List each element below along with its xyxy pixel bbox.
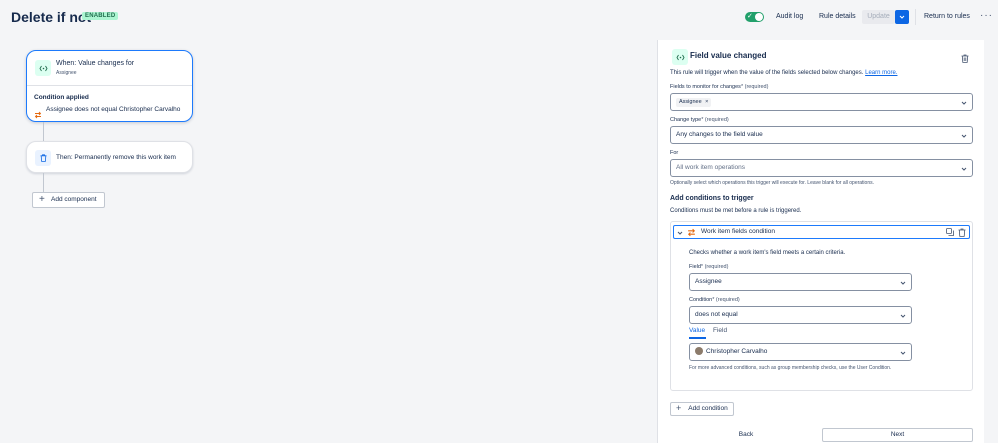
value-user-select[interactable]: Christopher Carvalho [689,343,912,361]
chevron-down-icon [961,101,967,105]
update-button[interactable]: Update [862,10,895,24]
delete-trigger-icon[interactable] [961,50,969,68]
condition-field-label-text: Field [689,264,701,270]
tab-field[interactable]: Field [713,327,727,334]
change-type-value: Any changes to the field value [676,131,763,138]
condition-description: Checks whether a work item's field meets… [689,250,846,256]
rule-title: Delete if not [11,9,92,25]
trash-icon[interactable] [958,228,966,237]
swap-icon [687,228,696,237]
condition-operator-label: Condition* (required) [689,297,740,303]
chevron-down-icon [899,15,905,19]
remove-tag-icon[interactable]: × [705,99,708,105]
trigger-card[interactable]: When: Value changes for Assignee Conditi… [26,50,193,122]
fields-select[interactable]: Assignee × [670,93,973,111]
action-card[interactable]: Then: Permanently remove this work item [26,141,193,173]
change-type-label: Change type* (required) [670,117,729,123]
condition-operator-label-text: Condition [689,297,713,303]
panel-title: Field value changed [690,51,767,60]
condition-help-text: For more advanced conditions, such as gr… [689,365,892,371]
chevron-down-icon [961,167,967,171]
update-dropdown-button[interactable] [895,10,909,24]
for-help-text: Optionally select which operations this … [670,180,874,186]
back-button[interactable]: Back [731,428,761,442]
active-tab-indicator [689,337,706,339]
chevron-down-icon[interactable] [677,230,683,236]
more-options-icon[interactable]: ··· [980,10,993,22]
add-component-label: Add component [51,196,97,203]
toggle-knob [755,13,763,21]
condition-field-label: Field* (required) [689,264,728,270]
trash-icon [35,150,51,166]
tab-value[interactable]: Value [689,327,705,334]
connector-line [43,122,44,141]
condition-field-select[interactable]: Assignee [689,273,912,291]
chevron-down-icon [900,351,906,355]
trigger-config-panel: Field value changed This rule will trigg… [657,40,984,443]
required-marker: * (required) [700,264,729,270]
panel-description: This rule will trigger when the value of… [670,70,897,76]
required-marker: * (required) [712,297,740,303]
condition-summary: Assignee does not equal Christopher Carv… [46,106,181,113]
return-to-rules-button[interactable]: Return to rules [924,10,970,24]
audit-log-button[interactable]: Audit log [776,10,803,24]
field-tag-label: Assignee [679,99,702,105]
divider [27,85,192,86]
rule-details-button[interactable]: Rule details [819,10,856,24]
add-condition-button[interactable]: + Add condition [670,402,734,416]
required-marker: * (required) [701,117,729,123]
for-placeholder: All work item operations [676,164,745,171]
required-marker: * (required) [740,84,769,90]
condition-operator-value: does not equal [695,311,738,318]
next-button[interactable]: Next [822,428,973,442]
trigger-title: When: Value changes for [56,60,135,67]
conditions-description: Conditions must be met before a rule is … [670,208,802,214]
condition-field-value: Assignee [695,278,722,285]
copy-icon[interactable] [946,228,954,236]
trigger-icon [672,49,688,65]
status-badge: ENABLED [82,12,119,20]
condition-title: Work item fields condition [701,228,775,235]
change-type-label-text: Change type [670,117,702,123]
description-text: This rule will trigger when the value of… [670,70,864,76]
condition-applied-title: Condition applied [34,94,89,101]
trigger-subtitle: Assignee [56,70,77,76]
plus-icon: + [39,194,45,205]
change-type-select[interactable]: Any changes to the field value [670,126,973,144]
field-tag: Assignee × [676,98,712,107]
chevron-down-icon [900,314,906,318]
for-select[interactable]: All work item operations [670,159,973,177]
check-icon: ✓ [747,13,753,20]
chevron-down-icon [900,281,906,285]
header-divider [915,9,916,25]
for-label: For [670,150,679,156]
connector-line [43,173,44,192]
add-condition-label: Add condition [688,405,728,412]
action-text: Then: Permanently remove this work item [56,154,176,161]
chevron-down-icon [961,134,967,138]
fields-label: Fields to monitor for changes* (required… [670,84,768,90]
rule-enabled-toggle[interactable]: ✓ [745,12,764,22]
plus-icon: + [676,403,682,413]
swap-icon [34,106,42,124]
condition-operator-select[interactable]: does not equal [689,306,912,324]
top-bar: Delete if not ENABLED ✓ Audit log Rule d… [0,0,998,34]
fields-label-text: Fields to monitor for changes [670,84,741,90]
selected-user: Christopher Carvalho [706,348,768,355]
conditions-title: Add conditions to trigger [670,195,754,202]
trigger-icon [35,60,51,76]
learn-more-link[interactable]: Learn more. [865,70,897,76]
condition-header[interactable]: Work item fields condition [673,225,970,239]
add-component-button[interactable]: + Add component [32,192,105,208]
avatar [695,346,703,355]
